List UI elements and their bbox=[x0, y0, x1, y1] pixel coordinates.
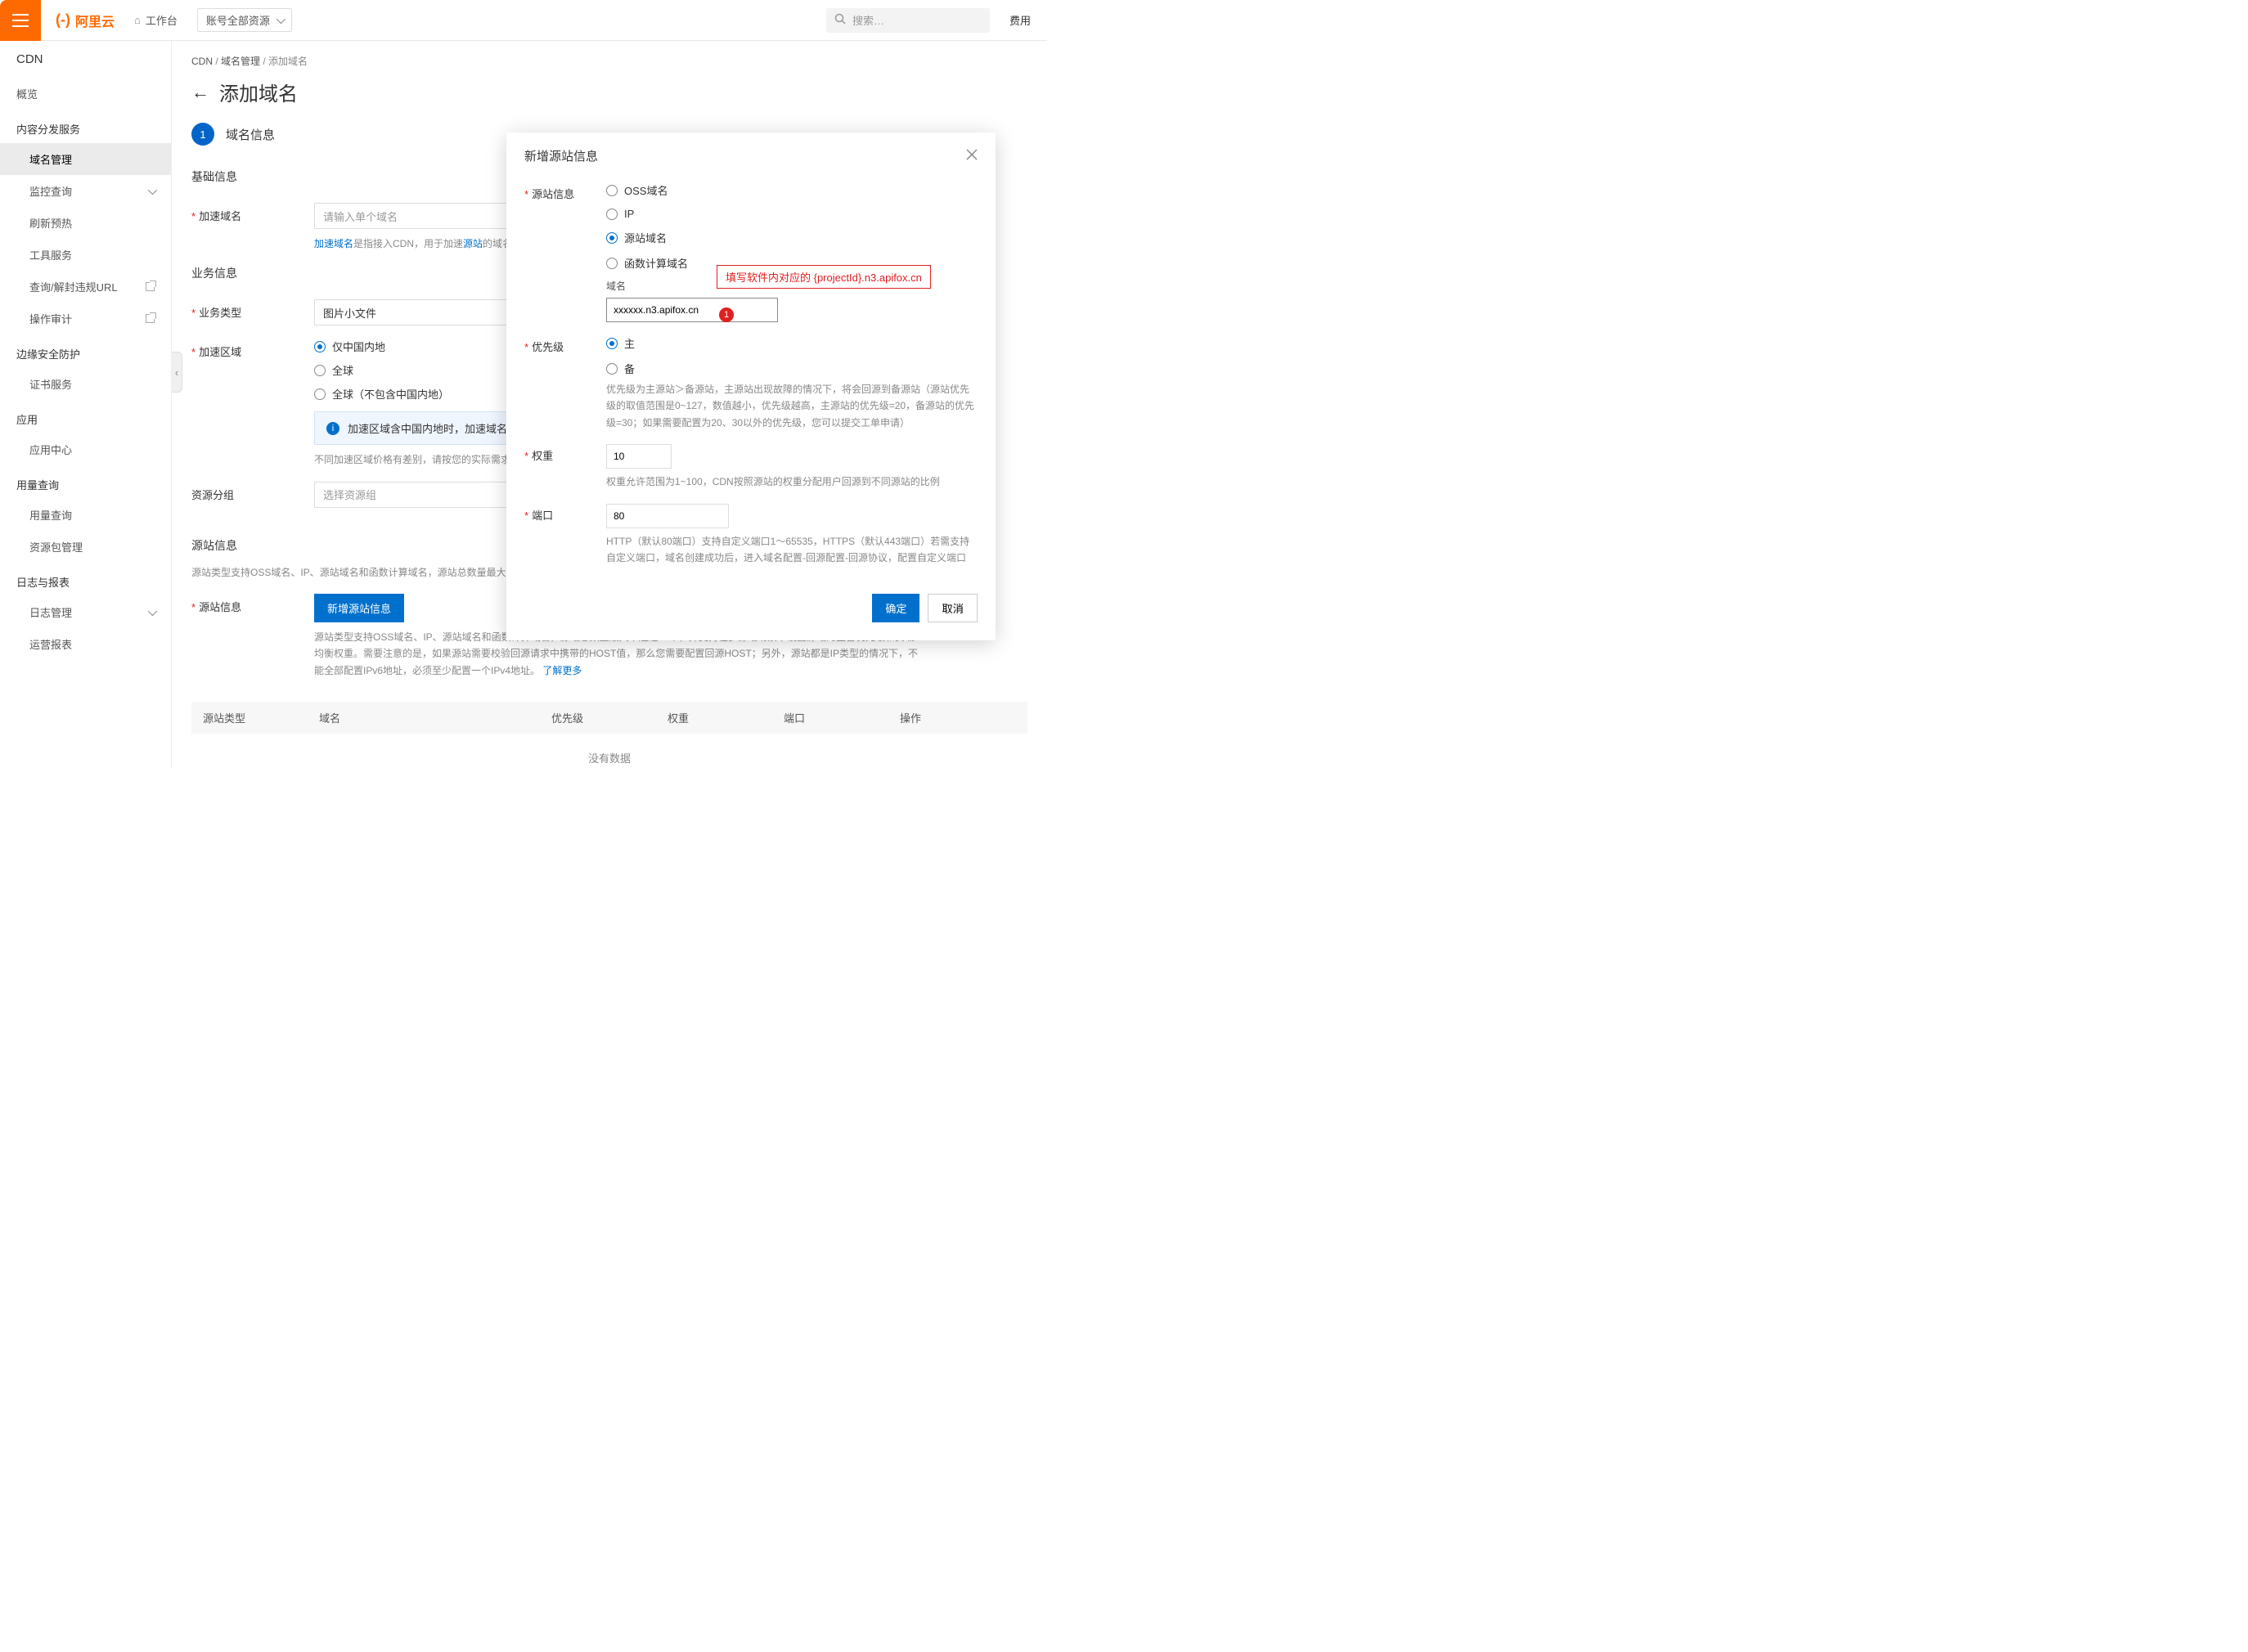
breadcrumb-current: 添加域名 bbox=[268, 56, 308, 67]
radio-icon bbox=[606, 338, 618, 349]
radio-icon bbox=[314, 341, 326, 352]
radio-icon bbox=[606, 185, 618, 196]
sidebar-item-domain-mgmt[interactable]: 域名管理 bbox=[0, 143, 171, 175]
page-title: 添加域名 bbox=[219, 78, 298, 106]
info-icon: i bbox=[326, 422, 339, 435]
priority-help: 优先级为主源站＞备源站，主源站出现故障的情况下，将会回源到备源站（源站优先级的取… bbox=[606, 381, 978, 431]
th-action: 操作 bbox=[900, 710, 1016, 725]
home-icon: ⌂ bbox=[134, 14, 141, 26]
m-label-port: *端口 bbox=[524, 504, 606, 523]
label-accel-domain: *加速域名 bbox=[191, 203, 314, 223]
fee-link[interactable]: 费用 bbox=[1009, 12, 1031, 28]
m-label-origin-info: *源站信息 bbox=[524, 182, 606, 201]
radio-icon bbox=[606, 209, 618, 220]
weight-help: 权重允许范围为1~100，CDN按照源站的权重分配用户回源到不同源站的比例 bbox=[606, 474, 978, 490]
sidebar-section-edge: 边缘安全防护 bbox=[0, 334, 171, 368]
sidebar-section-app: 应用 bbox=[0, 400, 171, 433]
sidebar-section-content: 内容分发服务 bbox=[0, 110, 171, 143]
account-resource-dropdown[interactable]: 账号全部资源 bbox=[197, 8, 292, 32]
radio-ip[interactable]: IP bbox=[606, 208, 978, 220]
confirm-button[interactable]: 确定 bbox=[872, 594, 919, 622]
close-button[interactable] bbox=[966, 147, 978, 164]
modal-title: 新增源站信息 bbox=[524, 147, 598, 164]
th-weight: 权重 bbox=[668, 710, 784, 725]
th-port: 端口 bbox=[784, 710, 900, 725]
add-origin-modal: 新增源站信息 *源站信息 OSS域名 IP 源站域名 函数计算域名 bbox=[506, 132, 996, 640]
breadcrumb-cdn[interactable]: CDN bbox=[191, 56, 213, 67]
chevron-down-icon bbox=[148, 606, 157, 615]
back-button[interactable]: ← bbox=[191, 82, 209, 103]
weight-input[interactable] bbox=[606, 444, 672, 469]
annotation-callout: 填写软件内对应的 {projectId}.n3.apifox.cn bbox=[717, 265, 931, 289]
step-label: 域名信息 bbox=[226, 126, 275, 143]
workspace-link[interactable]: ⌂ 工作台 bbox=[134, 12, 178, 28]
topbar: (-) 阿里云 ⌂ 工作台 账号全部资源 搜索… 费用 bbox=[0, 0, 1047, 41]
logo-text: 阿里云 bbox=[75, 11, 115, 30]
label-biz-type: *业务类型 bbox=[191, 299, 314, 320]
logo[interactable]: (-) 阿里云 bbox=[56, 11, 115, 30]
port-input[interactable] bbox=[606, 504, 729, 528]
logo-icon: (-) bbox=[56, 11, 70, 29]
label-region: *加速区域 bbox=[191, 339, 314, 359]
sidebar-item-cert[interactable]: 证书服务 bbox=[0, 368, 171, 400]
radio-icon bbox=[606, 232, 618, 244]
m-label-weight: *权重 bbox=[524, 444, 606, 463]
radio-oss[interactable]: OSS域名 bbox=[606, 182, 978, 198]
annotation-marker: 1 bbox=[719, 308, 734, 322]
radio-icon bbox=[606, 258, 618, 269]
sidebar-section-usage: 用量查询 bbox=[0, 465, 171, 499]
radio-icon bbox=[314, 388, 326, 400]
close-icon bbox=[966, 149, 978, 160]
sidebar-item-resource-pkg[interactable]: 资源包管理 bbox=[0, 531, 171, 563]
step-number: 1 bbox=[191, 123, 214, 146]
breadcrumb: CDN / 域名管理 / 添加域名 bbox=[172, 41, 1047, 74]
th-domain: 域名 bbox=[319, 710, 551, 725]
sidebar-item-app-center[interactable]: 应用中心 bbox=[0, 433, 171, 465]
sidebar-title: CDN bbox=[0, 41, 171, 78]
sidebar-item-audit[interactable]: 操作审计 bbox=[0, 303, 171, 334]
external-link-icon bbox=[146, 314, 155, 323]
learn-more-link[interactable]: 了解更多 bbox=[542, 665, 582, 676]
sidebar-section-log: 日志与报表 bbox=[0, 563, 171, 596]
hamburger-button[interactable] bbox=[0, 0, 41, 41]
search-input[interactable]: 搜索… bbox=[826, 8, 990, 33]
sidebar-collapse-handle[interactable]: ‹ bbox=[172, 352, 182, 393]
label-origin-info: *源站信息 bbox=[191, 594, 314, 614]
radio-priority-backup[interactable]: 备 bbox=[606, 361, 978, 376]
origin-domain-input[interactable] bbox=[606, 298, 778, 322]
sidebar: CDN 概览 内容分发服务 域名管理 监控查询 刷新预热 工具服务 查询/解封违… bbox=[0, 41, 172, 769]
sidebar-item-overview[interactable]: 概览 bbox=[0, 78, 171, 110]
radio-icon bbox=[314, 365, 326, 376]
cancel-button[interactable]: 取消 bbox=[928, 594, 978, 622]
search-icon bbox=[834, 13, 846, 27]
breadcrumb-domain[interactable]: 域名管理 bbox=[221, 56, 260, 67]
chevron-down-icon bbox=[277, 14, 285, 23]
radio-icon bbox=[606, 363, 618, 375]
sidebar-item-violation[interactable]: 查询/解封违规URL bbox=[0, 271, 171, 303]
port-help: HTTP（默认80端口）支持自定义端口1～65535，HTTPS（默认443端口… bbox=[606, 533, 978, 567]
sidebar-item-ops-report[interactable]: 运营报表 bbox=[0, 628, 171, 660]
sidebar-item-refresh[interactable]: 刷新预热 bbox=[0, 207, 171, 239]
radio-priority-main[interactable]: 主 bbox=[606, 335, 978, 351]
th-priority: 优先级 bbox=[551, 710, 668, 725]
origin-table-header: 源站类型 域名 优先级 权重 端口 操作 bbox=[191, 702, 1027, 734]
label-res-group: 资源分组 bbox=[191, 482, 314, 502]
sidebar-item-tools[interactable]: 工具服务 bbox=[0, 239, 171, 271]
m-label-priority: *优先级 bbox=[524, 335, 606, 354]
sidebar-item-monitor[interactable]: 监控查询 bbox=[0, 175, 171, 207]
sidebar-item-log-mgmt[interactable]: 日志管理 bbox=[0, 596, 171, 628]
page-title-row: ← 添加域名 bbox=[172, 74, 1047, 123]
chevron-down-icon bbox=[148, 185, 157, 194]
radio-origin-domain[interactable]: 源站域名 bbox=[606, 230, 978, 245]
table-empty: 没有数据 bbox=[172, 734, 1047, 769]
hamburger-icon bbox=[12, 14, 29, 27]
th-type: 源站类型 bbox=[203, 710, 319, 725]
sidebar-item-usage-query[interactable]: 用量查询 bbox=[0, 499, 171, 531]
external-link-icon bbox=[146, 282, 155, 291]
add-origin-button[interactable]: 新增源站信息 bbox=[314, 594, 404, 622]
